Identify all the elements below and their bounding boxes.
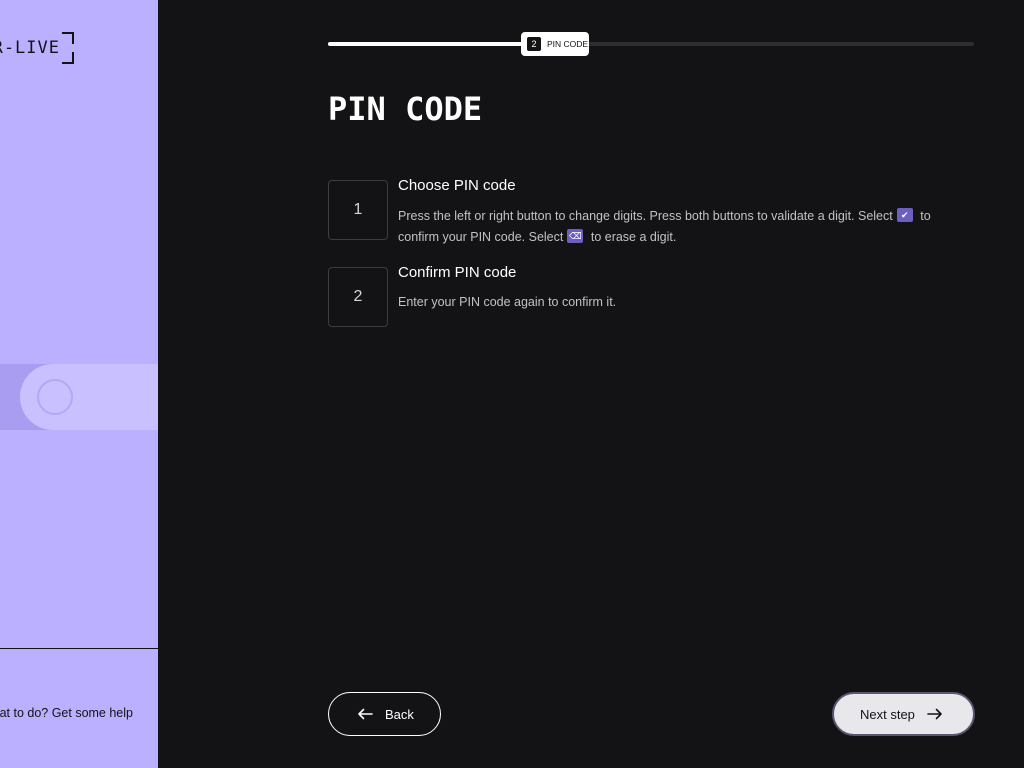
device-illustration bbox=[0, 364, 158, 430]
device-button-icon bbox=[37, 379, 73, 415]
arrow-right-icon bbox=[927, 708, 942, 720]
next-step-button-label: Next step bbox=[860, 706, 915, 722]
app-logo: LEDGER-LIVE bbox=[0, 32, 74, 64]
step-description: Enter your PIN code again to confirm it. bbox=[398, 295, 617, 309]
step-text: Confirm PIN code Enter your PIN code aga… bbox=[398, 264, 974, 313]
step-number-box: 2 bbox=[328, 267, 388, 327]
arrow-left-icon bbox=[358, 708, 373, 720]
current-step-label: PIN CODE bbox=[547, 39, 589, 49]
step-text: Choose PIN code Press the left or right … bbox=[398, 177, 974, 248]
checkmark-icon: ✔ bbox=[896, 208, 913, 222]
page-title: PIN CODE bbox=[328, 90, 483, 128]
step-title: Choose PIN code bbox=[398, 177, 516, 194]
logo-text: LEDGER-LIVE bbox=[0, 38, 60, 58]
sidebar: LEDGER-LIVE Not sure what to do? Get som… bbox=[0, 0, 158, 768]
onboarding-progress-bar bbox=[328, 42, 974, 46]
next-step-button[interactable]: Next step bbox=[832, 692, 975, 736]
erase-icon: ⌫ bbox=[567, 229, 584, 243]
logo-bracket-icon bbox=[62, 52, 74, 64]
step-title: Confirm PIN code bbox=[398, 264, 517, 281]
current-step-number: 2 bbox=[527, 37, 541, 51]
step-description: Press the left or right button to change… bbox=[398, 206, 974, 248]
help-link[interactable]: Not sure what to do? Get some help bbox=[0, 706, 133, 720]
back-button-label: Back bbox=[385, 706, 414, 722]
back-button[interactable]: Back bbox=[328, 692, 441, 736]
progress-fill bbox=[328, 42, 522, 46]
logo-bracket-icon bbox=[62, 32, 74, 44]
step-description-part: to erase a digit. bbox=[590, 230, 677, 244]
step-description-part: Press the left or right button to change… bbox=[398, 209, 893, 223]
sidebar-divider bbox=[0, 648, 158, 649]
step-number-box: 1 bbox=[328, 180, 388, 240]
current-step-indicator: 2 PIN CODE bbox=[521, 32, 589, 56]
